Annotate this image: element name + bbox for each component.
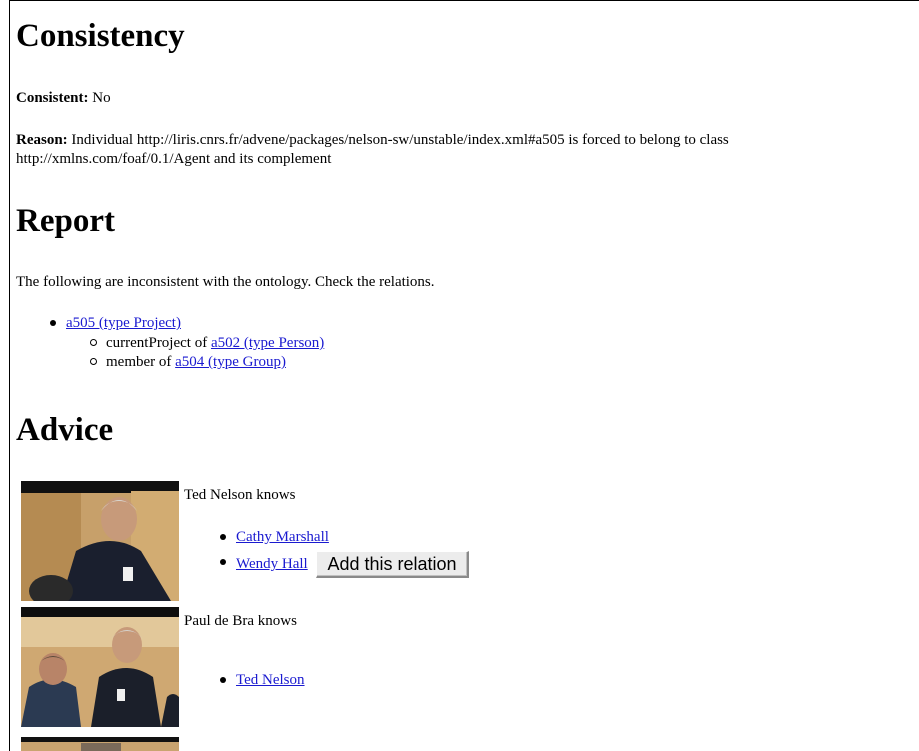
- reason-label: Reason:: [16, 132, 68, 148]
- consistent-value: No: [92, 90, 111, 106]
- advice-list-item: Cathy Marshall: [216, 526, 469, 551]
- report-intro: The following are inconsistent with the …: [16, 274, 435, 290]
- advice-person-link[interactable]: Wendy Hall: [236, 556, 308, 572]
- page-frame-left: [9, 0, 10, 751]
- bullet-circle-icon: [90, 358, 97, 365]
- report-sub-link[interactable]: a502 (type Person): [211, 335, 324, 351]
- report-sub-prefix: member of: [106, 354, 176, 370]
- bullet-disc-icon: [220, 534, 226, 540]
- advice-person-link[interactable]: Ted Nelson: [236, 672, 305, 688]
- video-thumbnail: [21, 481, 179, 601]
- bullet-circle-icon: [90, 339, 97, 346]
- bullet-disc-icon: [220, 677, 226, 683]
- video-thumbnail: [21, 607, 179, 727]
- report-item: a505 (type Project) currentProject of a5…: [16, 314, 324, 372]
- advice-list-item: Ted Nelson: [216, 669, 305, 694]
- bullet-disc-icon: [50, 320, 56, 326]
- consistency-heading: Consistency: [16, 18, 185, 54]
- reason-text: Individual http://liris.cnrs.fr/advene/p…: [16, 132, 729, 167]
- report-sub-item: currentProject of a502 (type Person): [66, 334, 324, 353]
- advice-list-item: Wendy Hall Add this relation: [216, 551, 469, 578]
- report-sub-item: member of a504 (type Group): [66, 353, 324, 372]
- consistent-status: Consistent: No: [16, 89, 111, 108]
- report-item-link[interactable]: a505 (type Project): [66, 315, 181, 331]
- advice-text: Paul de Bra knows: [184, 613, 297, 629]
- video-thumbnail: [21, 737, 179, 751]
- report-list: a505 (type Project) currentProject of a5…: [16, 314, 324, 372]
- advice-list: Cathy Marshall Wendy Hall Add this relat…: [216, 526, 469, 578]
- report-sub-list: currentProject of a502 (type Person) mem…: [66, 334, 324, 372]
- add-relation-button[interactable]: Add this relation: [316, 551, 469, 578]
- bullet-disc-icon: [220, 559, 226, 565]
- advice-heading: Advice: [16, 412, 114, 448]
- page-frame-top: [9, 0, 919, 1]
- advice-list: Ted Nelson: [216, 669, 305, 694]
- report-heading: Report: [16, 203, 115, 239]
- report-sub-link[interactable]: a504 (type Group): [175, 354, 286, 370]
- consistent-label: Consistent:: [16, 90, 89, 106]
- report-sub-prefix: currentProject of: [106, 335, 211, 351]
- advice-person-link[interactable]: Cathy Marshall: [236, 529, 329, 545]
- consistency-reason: Reason: Individual http://liris.cnrs.fr/…: [16, 131, 916, 169]
- advice-text: Ted Nelson knows: [184, 487, 296, 503]
